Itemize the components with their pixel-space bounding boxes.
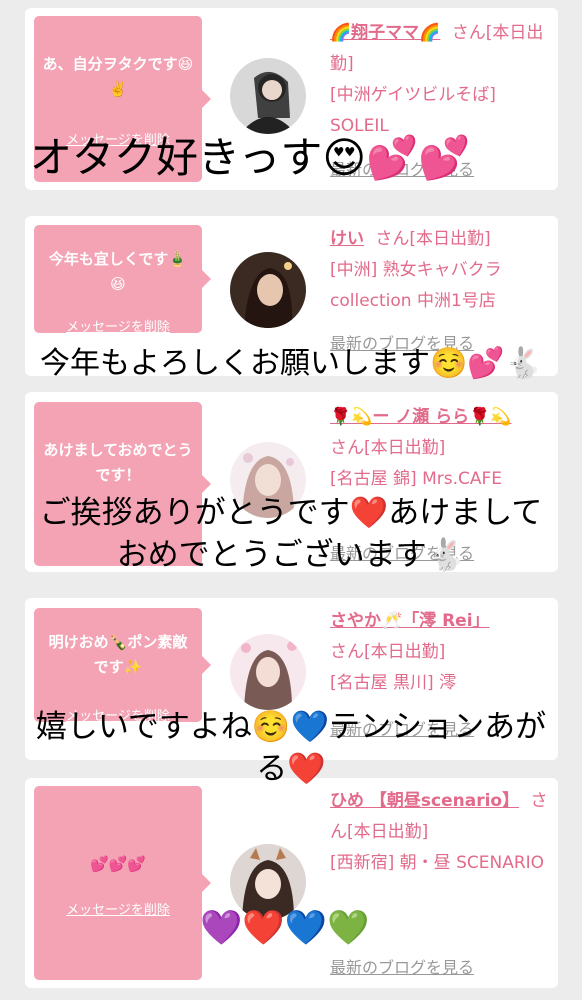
cast-name[interactable]: けい — [330, 229, 364, 249]
cast-status: さん[本日出勤] — [330, 438, 446, 458]
cast-name[interactable]: さやか🥂「澪 Rei」 — [330, 611, 490, 631]
message-text: あ、自分ヲタクです😆✌️ — [42, 55, 194, 98]
avatar[interactable] — [230, 634, 306, 710]
cast-info: さやか🥂「澪 Rei」 さん[本日出勤] [名古屋 黒川] 澪 — [330, 606, 552, 699]
cast-name[interactable]: 🌹💫ー ノ瀬 らら🌹💫 — [330, 407, 512, 427]
delete-message-link[interactable]: メッセージを削除 — [34, 898, 202, 923]
cast-info: 🌹💫ー ノ瀬 らら🌹💫 さん[本日出勤] [名古屋 錦] Mrs.CAFE — [330, 402, 552, 495]
message-text: 💕💕💕 — [89, 855, 147, 873]
caption-6: る❤️ — [256, 751, 326, 787]
hearts-caption: 💜❤️💙💚 — [200, 908, 370, 948]
cast-status: さん[本日出勤] — [375, 229, 491, 249]
card-5: 💕💕💕 メッセージを削除 ひめ 【朝昼scenario】 さん[本日出勤] [西… — [25, 778, 558, 988]
cast-name[interactable]: ひめ 【朝昼scenario】 — [330, 791, 519, 811]
shop-name[interactable]: [名古屋 錦] Mrs.CAFE — [330, 469, 502, 489]
message-bubble: 💕💕💕 メッセージを削除 — [34, 786, 211, 980]
caption-3: ご挨拶ありがとうです❤️あけまして — [39, 495, 543, 531]
message-text: 明けおめ🍾ポン素敵です✨ — [48, 633, 188, 676]
shop-name[interactable]: [名古屋 黒川] 澪 — [330, 673, 456, 693]
shop-name[interactable]: [中洲ゲイツビルそば] SOLEIL — [330, 85, 496, 136]
delete-message-link[interactable]: メッセージを削除 — [34, 315, 202, 340]
cast-status: さん[本日出勤] — [330, 642, 446, 662]
caption-5: 嬉しいですよね☺️💙テンションあが — [35, 709, 547, 745]
message-text: 今年も宜しくです🎍😆 — [48, 250, 188, 293]
message-bubble: 今年も宜しくです🎍😆 メッセージを削除 — [34, 225, 211, 335]
cast-info: けい さん[本日出勤] [中洲] 熟女キャバクラcollection 中洲1号店 — [330, 224, 552, 317]
cast-name[interactable]: 🌈翔子ママ🌈 — [330, 23, 440, 43]
shop-name[interactable]: [西新宿] 朝・昼 SCENARIO — [330, 853, 544, 873]
avatar[interactable] — [230, 252, 306, 328]
avatar[interactable] — [230, 58, 306, 134]
cast-info: ひめ 【朝昼scenario】 さん[本日出勤] [西新宿] 朝・昼 SCENA… — [330, 786, 552, 879]
latest-blog-link[interactable]: 最新のブログを見る — [330, 954, 474, 978]
caption-4: おめでとうございます🐇 — [116, 537, 466, 573]
message-bubble: 明けおめ🍾ポン素敵です✨ メッセージを削除 — [34, 608, 211, 724]
message-text: あけましておめでとうです！ — [43, 441, 193, 484]
cast-info: 🌈翔子ママ🌈 さん[本日出勤] [中洲ゲイツビルそば] SOLEIL — [330, 18, 552, 142]
caption-2: 今年もよろしくお願いします☺️💕🐇 — [39, 346, 543, 381]
shop-name[interactable]: [中洲] 熟女キャバクラcollection 中洲1号店 — [330, 260, 502, 311]
caption-1: オタク好きっす😍💕💕 — [30, 133, 471, 182]
